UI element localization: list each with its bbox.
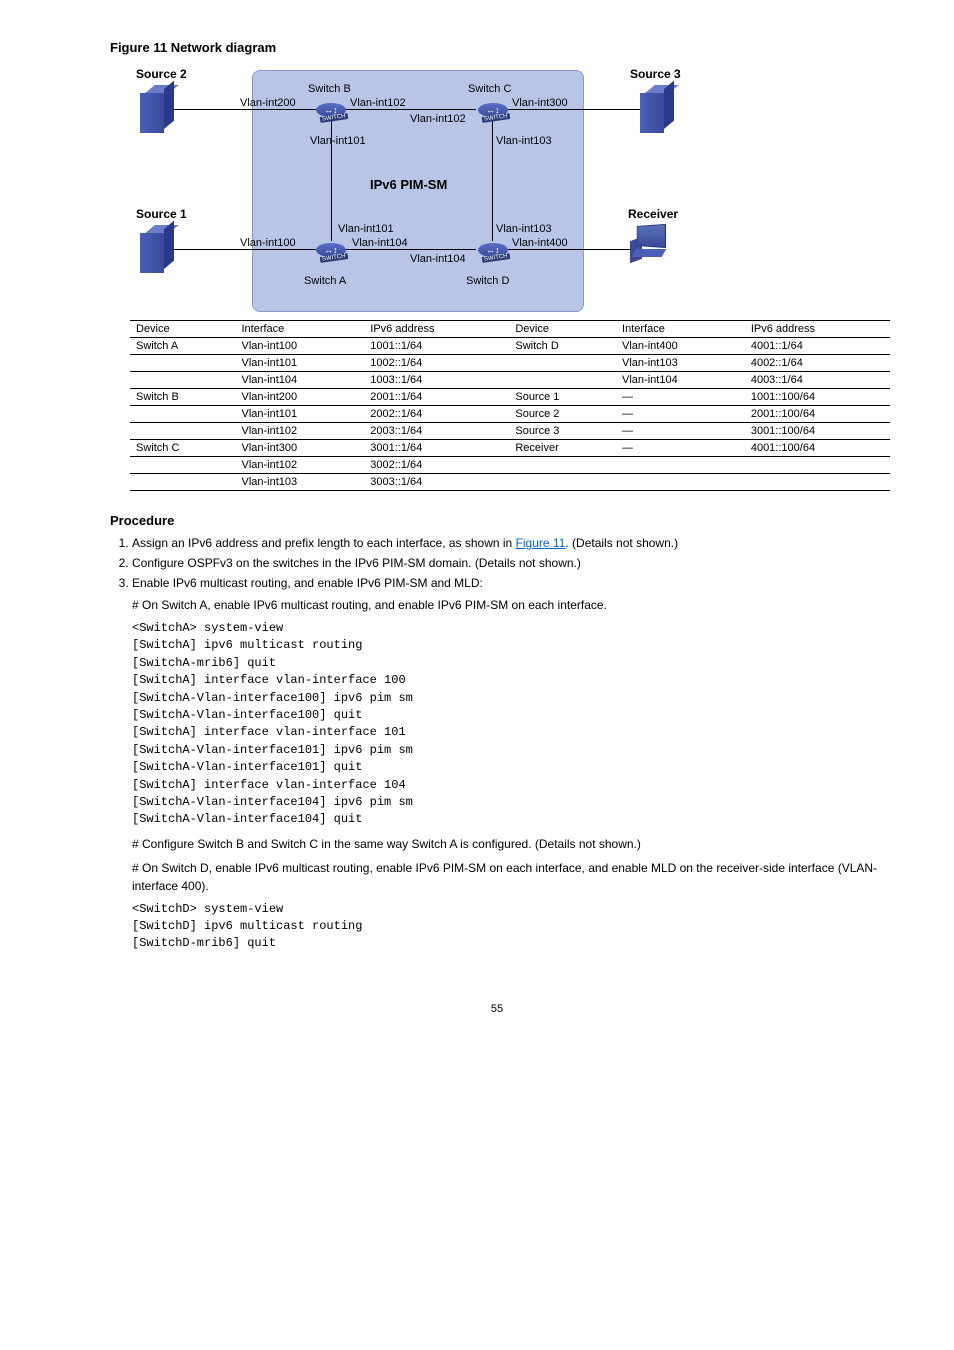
col-device: Device (509, 321, 616, 338)
address-table: Device Interface IPv6 address Device Int… (130, 320, 890, 491)
wire (346, 109, 476, 110)
step-3c: # On Switch D, enable IPv6 multicast rou… (132, 859, 884, 895)
vlan-label: Vlan-int104 (410, 253, 466, 265)
table-row: Switch CVlan-int3003001::1/64Receiver—40… (130, 440, 890, 457)
switch-c-icon: ↔↕SWITCH (474, 101, 512, 129)
switch-c-label: Switch C (468, 83, 511, 95)
table-row: Switch BVlan-int2002001::1/64Source 1—10… (130, 389, 890, 406)
source-3-label: Source 3 (630, 67, 681, 81)
vlan-label: Vlan-int104 (352, 237, 408, 249)
switch-b-label: Switch B (308, 83, 351, 95)
vlan-label: Vlan-int102 (410, 113, 466, 125)
switch-a-icon: ↔↕SWITCH (312, 241, 350, 269)
receiver-label: Receiver (628, 207, 678, 221)
step-3b: # Configure Switch B and Switch C in the… (132, 835, 884, 853)
vlan-label: Vlan-int300 (512, 97, 568, 109)
wire (346, 249, 476, 250)
vlan-label: Vlan-int101 (338, 223, 394, 235)
col-ipv6: IPv6 address (364, 321, 509, 338)
source-3-icon (640, 85, 674, 133)
wire (492, 117, 493, 241)
source-1-icon (140, 225, 174, 273)
network-diagram: ↔↕SWITCH ↔↕SWITCH ↔↕SWITCH ↔↕SWITCH Sour… (130, 65, 884, 491)
table-row: Vlan-int1022003::1/64Source 3—3001::100/… (130, 423, 890, 440)
switch-d-label: Switch D (466, 275, 509, 287)
page-number: 55 (110, 1003, 884, 1015)
wire (508, 249, 638, 250)
step-3: Enable IPv6 multicast routing, and enabl… (132, 576, 884, 953)
wire (166, 109, 316, 110)
col-ipv6: IPv6 address (745, 321, 890, 338)
cli-block-a: <SwitchA> system-view [SwitchA] ipv6 mul… (132, 620, 884, 829)
step-1-text: Assign an IPv6 address and prefix length… (132, 536, 516, 550)
step-3a: # On Switch A, enable IPv6 multicast rou… (132, 596, 884, 614)
step-2: Configure OSPFv3 on the switches in the … (132, 556, 884, 570)
step-1: Assign an IPv6 address and prefix length… (132, 536, 884, 550)
wire (508, 109, 650, 110)
vlan-label: Vlan-int100 (240, 237, 296, 249)
source-1-label: Source 1 (136, 207, 187, 221)
vlan-label: Vlan-int103 (496, 223, 552, 235)
vlan-label: Vlan-int200 (240, 97, 296, 109)
figure-title: Figure 11 Network diagram (110, 40, 884, 55)
step-1-end: . (Details not shown.) (565, 536, 678, 550)
col-interface: Interface (235, 321, 364, 338)
table-row: Vlan-int1012002::1/64Source 2—2001::100/… (130, 406, 890, 423)
step-3-text: Enable IPv6 multicast routing, and enabl… (132, 576, 483, 590)
source-2-label: Source 2 (136, 67, 187, 81)
table-row: Switch AVlan-int1001001::1/64Switch DVla… (130, 338, 890, 355)
source-2-icon (140, 85, 174, 133)
receiver-icon (630, 225, 668, 261)
table-header-row: Device Interface IPv6 address Device Int… (130, 321, 890, 338)
switch-a-label: Switch A (304, 275, 346, 287)
procedure-heading: Procedure (110, 513, 884, 528)
switch-d-icon: ↔↕SWITCH (474, 241, 512, 269)
table-row: Vlan-int1033003::1/64 (130, 474, 890, 491)
vlan-label: Vlan-int103 (496, 135, 552, 147)
table-row: Vlan-int1023002::1/64 (130, 457, 890, 474)
col-interface: Interface (616, 321, 745, 338)
table-row: Vlan-int1041003::1/64Vlan-int1044003::1/… (130, 372, 890, 389)
wire (166, 249, 316, 250)
vlan-label: Vlan-int400 (512, 237, 568, 249)
switch-b-icon: ↔↕SWITCH (312, 101, 350, 129)
cli-block-d: <SwitchD> system-view [SwitchD] ipv6 mul… (132, 901, 884, 953)
col-device: Device (130, 321, 235, 338)
vlan-label: Vlan-int101 (310, 135, 366, 147)
pim-label: IPv6 PIM-SM (370, 177, 447, 192)
table-row: Vlan-int1011002::1/64Vlan-int1034002::1/… (130, 355, 890, 372)
vlan-label: Vlan-int102 (350, 97, 406, 109)
figure-link[interactable]: Figure 11 (516, 536, 566, 550)
